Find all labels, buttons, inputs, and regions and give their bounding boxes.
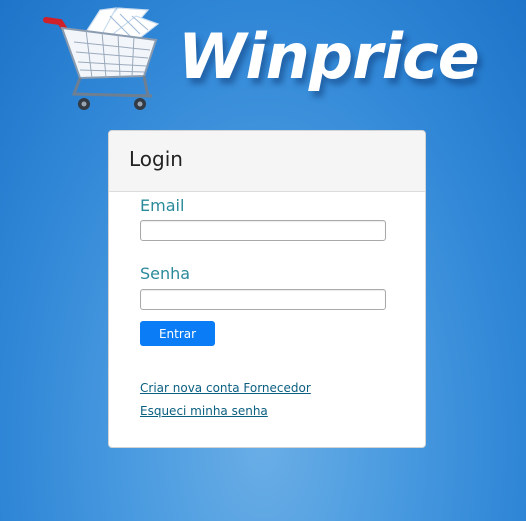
email-label: Email bbox=[140, 196, 185, 215]
forgot-password-link[interactable]: Esqueci minha senha bbox=[140, 404, 268, 418]
login-panel: Login Email Senha Entrar Criar nova cont… bbox=[108, 130, 426, 448]
password-field[interactable] bbox=[140, 289, 386, 310]
create-account-link[interactable]: Criar nova conta Fornecedor bbox=[140, 381, 311, 395]
login-header: Login bbox=[109, 131, 425, 192]
login-button[interactable]: Entrar bbox=[140, 321, 215, 346]
brand-logo: Winprice bbox=[40, 6, 500, 121]
brand-name: Winprice bbox=[178, 20, 480, 93]
login-title: Login bbox=[129, 147, 183, 171]
shopping-cart-icon bbox=[43, 7, 160, 110]
email-field[interactable] bbox=[140, 220, 386, 241]
password-label: Senha bbox=[140, 264, 191, 283]
